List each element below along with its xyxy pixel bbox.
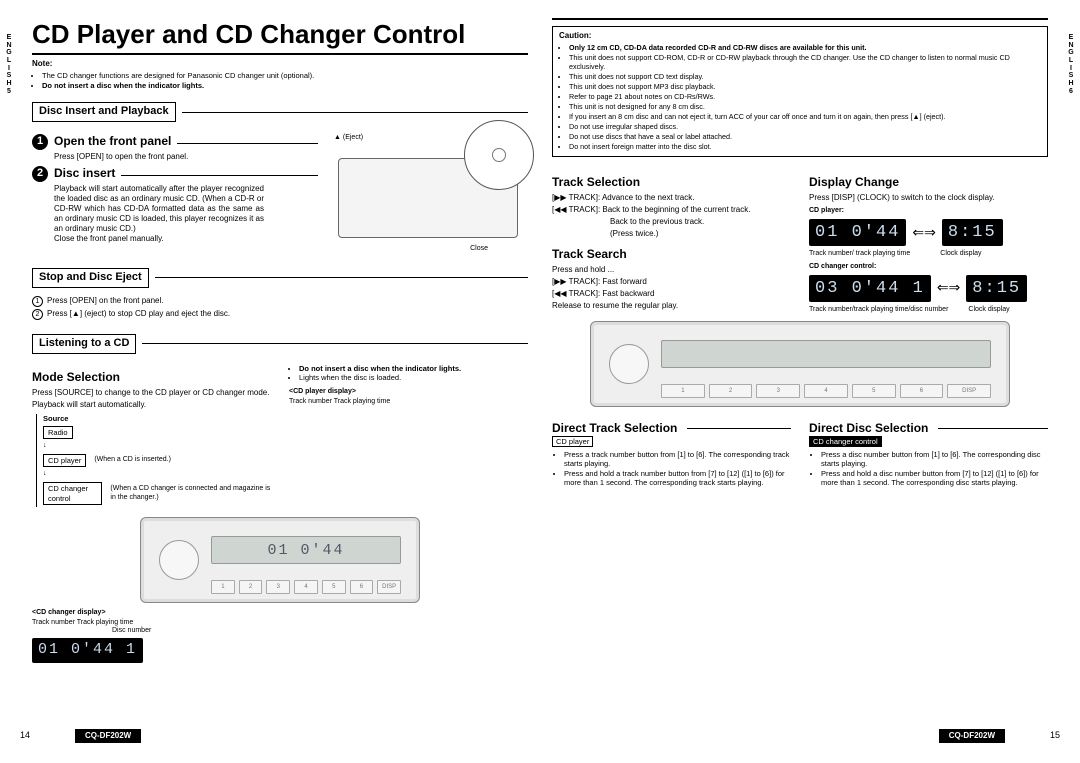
step-1-body: Press [OPEN] to open the front panel.: [54, 152, 318, 162]
eject-step-1: 1Press [OPEN] on the front panel.: [32, 296, 528, 307]
model-tag-right: CQ-DF202W: [939, 729, 1005, 743]
track-selection-h: Track Selection: [552, 175, 791, 190]
track-search-h: Track Search: [552, 247, 791, 262]
mode-selection-h: Mode Selection: [32, 370, 271, 385]
caution-box: Caution: Only 12 cm CD, CD-DA data recor…: [552, 26, 1048, 157]
step-2-badge: 2: [32, 166, 48, 182]
direct-disc-h: Direct Disc Selection: [809, 421, 928, 436]
step-1-badge: 1: [32, 134, 48, 150]
lcd-display: 01 0'44: [211, 536, 401, 564]
model-tag-left: CQ-DF202W: [75, 729, 141, 743]
lang-tab-right: ENG LIS H 6: [1064, 34, 1078, 96]
section-stop-eject: Stop and Disc Eject: [32, 268, 149, 288]
cd-lcd-2: 8:15: [942, 219, 1003, 246]
page-number-left: 14: [20, 730, 30, 741]
step-2-title: Disc insert: [54, 166, 115, 181]
page-title: CD Player and CD Changer Control: [32, 18, 528, 55]
lang-tab-left: ENG LIS H 5: [2, 34, 16, 96]
ch-lcd-2: 8:15: [966, 275, 1027, 302]
ch-lcd-1: 03 0'44 1: [809, 275, 931, 302]
page-spread: ENG LIS H 5 ENG LIS H 6 CD Player and CD…: [0, 0, 1080, 763]
tag-cd-player: CD player: [552, 436, 593, 447]
page-right: Caution: Only 12 cm CD, CD-DA data recor…: [540, 18, 1060, 753]
page-number-right: 15: [1050, 730, 1060, 741]
direct-track-h: Direct Track Selection: [552, 421, 677, 436]
head-unit-illustration-right: 123456DISP: [590, 321, 1010, 407]
tag-cd-changer: CD changer control: [809, 436, 882, 447]
disc-insert-illustration: ▲ (Eject) Label side Close: [328, 134, 528, 254]
head-unit-illustration-left: 01 0'44 123456DISP: [140, 517, 420, 603]
section-listening: Listening to a CD: [32, 334, 136, 354]
display-change-h: Display Change: [809, 175, 1048, 190]
section-disc-insert: Disc Insert and Playback: [32, 102, 176, 122]
source-flow-diagram: Source Radio ↓ CD player(When a CD is in…: [36, 414, 271, 507]
changer-lcd: 01 0'44 1: [32, 638, 143, 663]
page-left: CD Player and CD Changer Control Note: T…: [20, 18, 540, 753]
step-2-body: Playback will start automatically after …: [54, 184, 264, 244]
cd-lcd-1: 01 0'44: [809, 219, 906, 246]
swap-arrow-icon: ⇐⇒: [937, 279, 960, 297]
volume-knob-icon: [159, 540, 199, 580]
swap-arrow-icon: ⇐⇒: [912, 224, 935, 242]
indicator-warning: Do not insert a disc when the indicator …: [289, 364, 528, 383]
lcd-display-right: [661, 340, 991, 368]
volume-knob-icon: [609, 344, 649, 384]
eject-step-2: 2Press [▲] (eject) to stop CD play and e…: [32, 309, 528, 320]
disc-icon: [464, 120, 534, 190]
step-1-title: Open the front panel: [54, 134, 171, 149]
note-box: Note: The CD changer functions are desig…: [32, 59, 528, 91]
